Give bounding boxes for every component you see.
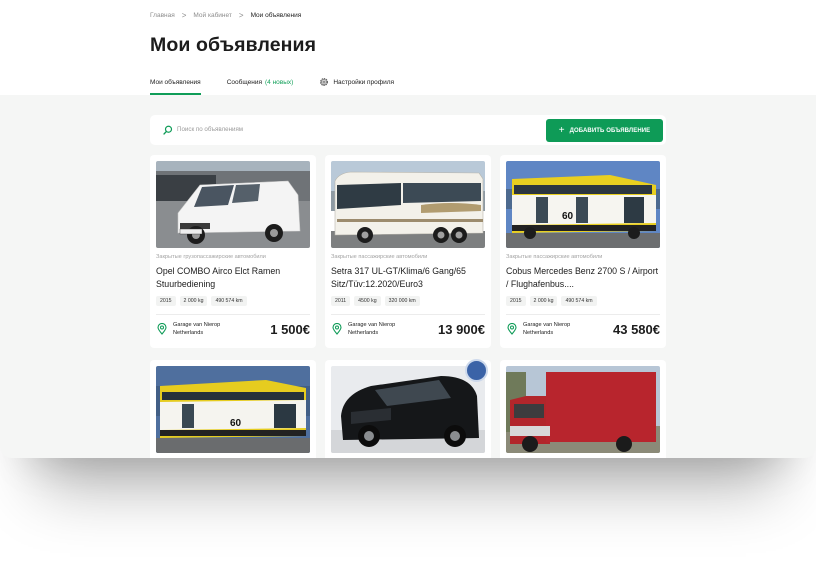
breadcrumb-cabinet[interactable]: Мой кабинет xyxy=(193,12,231,19)
breadcrumb-separator: > xyxy=(181,10,187,20)
plus-icon: + xyxy=(558,124,565,136)
app-frame: Главная > Мой кабинет > Мои объявления М… xyxy=(0,0,816,458)
listing-location: Garage van Nierop Netherlands xyxy=(173,321,220,337)
tab-bar: Мои объявления Сообщения (4 новых) Настр… xyxy=(150,76,420,95)
breadcrumb-separator: > xyxy=(238,10,244,20)
page-title: Мои объявления xyxy=(150,34,317,56)
listing-card[interactable] xyxy=(500,360,666,458)
search-input[interactable]: Поиск по объявлениям xyxy=(177,126,243,133)
breadcrumb-current: Мои объявления xyxy=(250,12,302,19)
spec-weight: 4500 kg xyxy=(354,296,381,306)
tab-label: Сообщения xyxy=(226,78,262,86)
listing-photo[interactable]: 60 xyxy=(156,366,310,453)
listing-title[interactable]: Cobus Mercedes Benz 2700 S / Airport / F… xyxy=(506,265,662,291)
tab-label: Настройки профиля xyxy=(333,78,395,86)
listing-location: Garage van Nierop Netherlands xyxy=(523,321,570,337)
gear-icon xyxy=(320,78,329,86)
location-pin-icon xyxy=(332,323,342,335)
listing-card[interactable]: Закрытые грузопассажирские автомобили Op… xyxy=(150,155,316,348)
listing-card[interactable]: 60 xyxy=(150,360,316,458)
divider xyxy=(156,314,310,315)
listing-specs: 2011 4500 kg 320 000 km xyxy=(331,296,420,306)
listing-photo[interactable] xyxy=(156,161,310,248)
listing-title[interactable]: Opel COMBO Airco Elct Ramen Stuurbedieni… xyxy=(156,265,312,291)
listing-photo[interactable] xyxy=(331,366,485,453)
spec-year: 2015 xyxy=(506,296,526,306)
spec-mileage: 320 000 km xyxy=(384,296,420,306)
seller-name: Garage van Nierop xyxy=(173,322,221,328)
tab-my-listings[interactable]: Мои объявления xyxy=(150,76,201,95)
tab-profile-settings[interactable]: Настройки профиля xyxy=(319,76,394,88)
seller-country: Netherlands xyxy=(523,330,554,336)
listing-category: Закрытые грузопассажирские автомобили xyxy=(156,254,266,260)
listing-title[interactable]: Setra 317 UL-GT/Klima/6 Gang/65 Sitz/Tüv… xyxy=(331,265,487,291)
location-pin-icon xyxy=(507,323,517,335)
listing-photo[interactable] xyxy=(506,366,660,453)
seller-logo-badge xyxy=(465,359,488,382)
tab-messages[interactable]: Сообщения (4 новых) xyxy=(227,76,294,88)
listing-category: Закрытые пассажирские автомобили xyxy=(331,254,428,260)
tab-label: Мои объявления xyxy=(150,78,201,86)
listing-specs: 2015 2 000 kg 490 574 km xyxy=(506,296,597,306)
listing-card[interactable]: Закрытые пассажирские автомобили Setra 3… xyxy=(325,155,491,348)
listing-price: 43 580€ xyxy=(613,322,660,337)
seller-country: Netherlands xyxy=(173,330,204,336)
seller-name: Garage van Nierop xyxy=(523,322,571,328)
search-icon xyxy=(163,125,173,135)
listing-location: Garage van Nierop Netherlands xyxy=(348,321,395,337)
svg-text:60: 60 xyxy=(562,211,574,222)
add-listing-label: ДОБАВИТЬ ОБЪЯВЛЕНИЕ xyxy=(569,127,651,134)
new-messages-count: (4 новых) xyxy=(264,78,294,86)
divider xyxy=(331,314,485,315)
listing-specs: 2015 2 000 kg 490 574 km xyxy=(156,296,247,306)
add-listing-button[interactable]: + ДОБАВИТЬ ОБЪЯВЛЕНИЕ xyxy=(546,119,663,142)
listing-category: Закрытые пассажирские автомобили xyxy=(506,254,603,260)
listing-card[interactable] xyxy=(325,359,491,458)
divider xyxy=(506,314,660,315)
spec-weight: 2 000 kg xyxy=(529,296,558,306)
header-area: Главная > Мой кабинет > Мои объявления М… xyxy=(0,0,816,95)
spec-mileage: 490 574 km xyxy=(561,296,597,306)
spec-year: 2011 xyxy=(331,296,351,306)
svg-text:60: 60 xyxy=(230,418,242,429)
spec-year: 2015 xyxy=(156,296,176,306)
listing-card[interactable]: 60 Закрытые пассажирские автомобили Cobu… xyxy=(500,155,666,348)
listing-photo[interactable] xyxy=(331,161,485,248)
seller-country: Netherlands xyxy=(348,330,379,336)
breadcrumb: Главная > Мой кабинет > Мои объявления xyxy=(150,10,302,20)
breadcrumb-home[interactable]: Главная xyxy=(150,12,175,19)
seller-name: Garage van Nierop xyxy=(348,322,396,328)
spec-mileage: 490 574 km xyxy=(211,296,247,306)
location-pin-icon xyxy=(157,323,167,335)
listing-photo[interactable]: 60 xyxy=(506,161,660,248)
spec-weight: 2 000 kg xyxy=(179,296,208,306)
listing-price: 13 900€ xyxy=(438,322,485,337)
listing-price: 1 500€ xyxy=(270,322,310,337)
